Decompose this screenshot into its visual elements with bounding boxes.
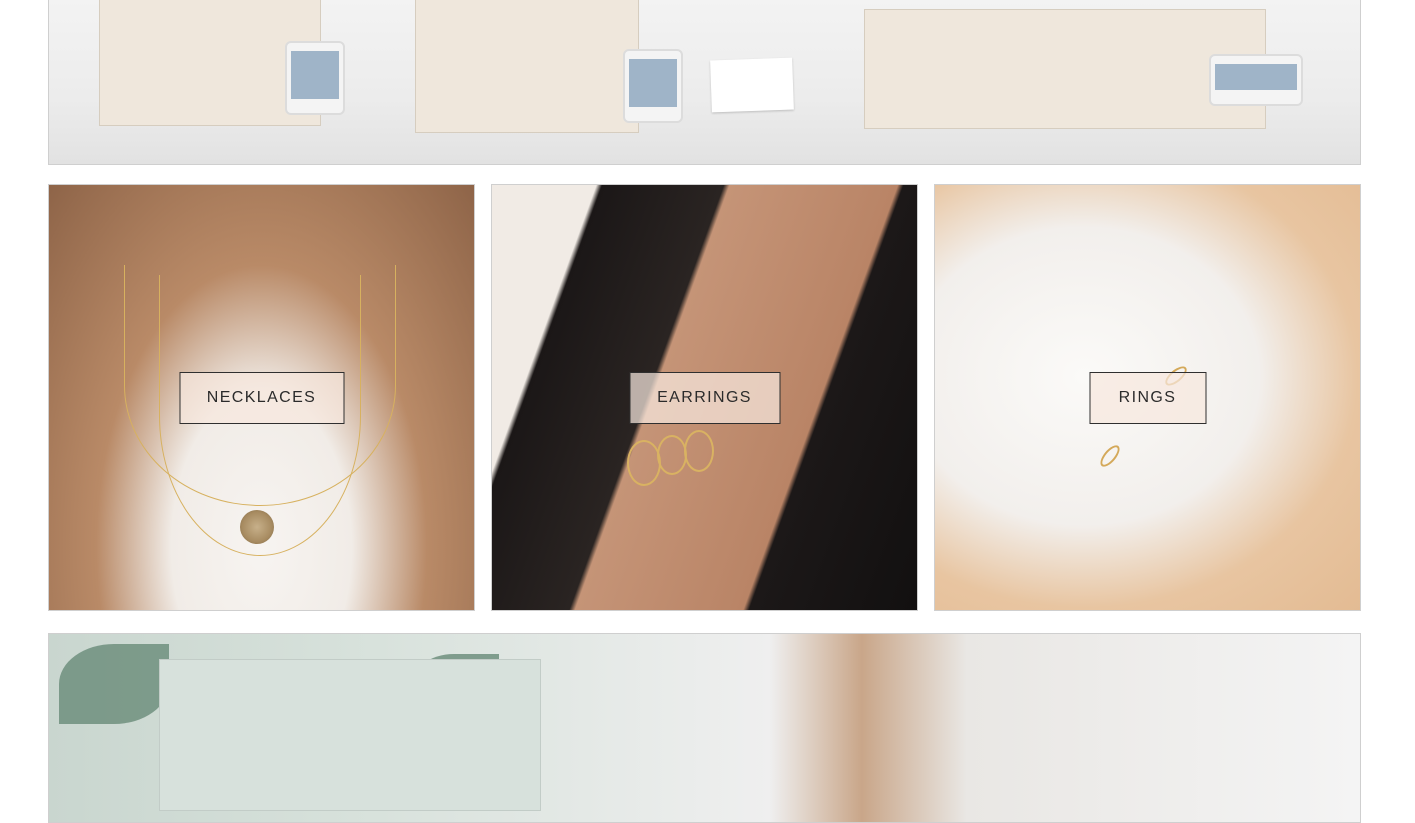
hero-image-display-table — [48, 0, 1361, 165]
jewelry-tray — [159, 659, 541, 811]
hoop-earring-icon — [657, 435, 687, 475]
hero-image-jewelry-tray — [48, 633, 1361, 823]
category-label-earrings[interactable]: EARRINGS — [629, 371, 780, 424]
category-label-rings[interactable]: RINGS — [1089, 371, 1206, 424]
eucalyptus-leaf — [59, 644, 169, 724]
display-phone — [623, 49, 683, 123]
hoop-earring-icon — [627, 440, 661, 486]
ring-icon — [1097, 442, 1123, 470]
info-card — [710, 57, 794, 113]
hoop-earring-icon — [684, 430, 714, 472]
category-label-necklaces[interactable]: NECKLACES — [179, 371, 344, 424]
display-phone — [285, 41, 345, 115]
earring-tray — [415, 0, 639, 133]
category-card-rings[interactable]: RINGS — [934, 184, 1361, 611]
necklace-tray — [864, 9, 1266, 129]
display-phone — [1209, 54, 1303, 106]
category-card-earrings[interactable]: EARRINGS — [491, 184, 918, 611]
category-card-necklaces[interactable]: NECKLACES — [48, 184, 475, 611]
pendant-icon — [240, 510, 274, 544]
